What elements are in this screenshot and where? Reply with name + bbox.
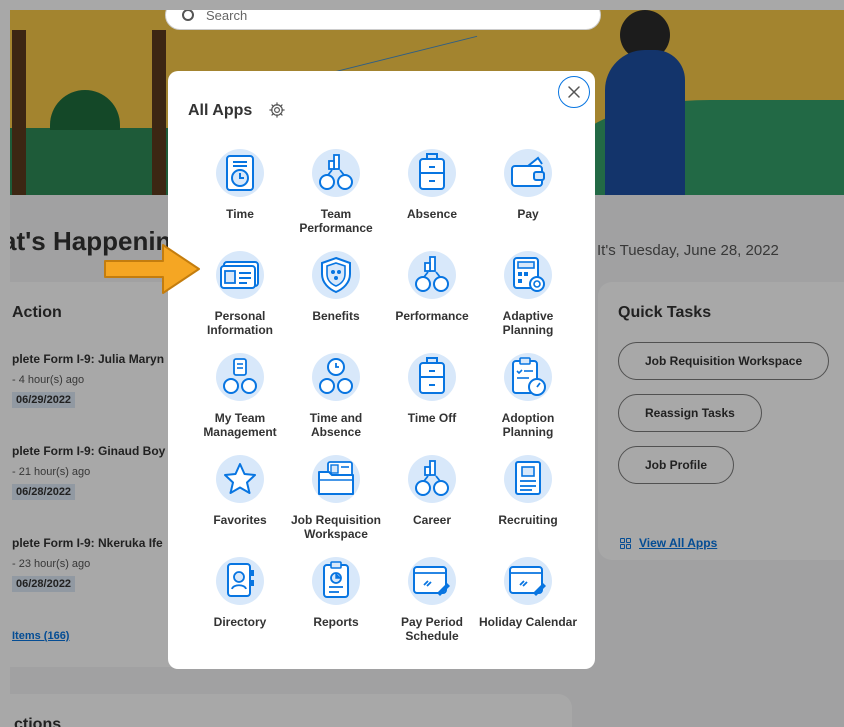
dialog-title: All Apps — [188, 102, 253, 119]
app-label: My Team Management — [203, 411, 277, 439]
app-job-requisition-workspace[interactable]: Job Requisition Workspace — [286, 455, 386, 541]
app-absence[interactable]: Absence — [382, 149, 482, 221]
app-directory[interactable]: Directory — [190, 557, 290, 629]
app-label: Benefits — [312, 309, 360, 323]
clock-doc-icon — [216, 149, 264, 197]
team-chart-icon — [312, 149, 360, 197]
gear-icon[interactable] — [268, 101, 286, 119]
app-label: Team Performance — [299, 207, 373, 235]
app-adoption-planning[interactable]: Adoption Planning — [478, 353, 578, 439]
app-label: Job Requisition Workspace — [291, 513, 381, 541]
team-chart-icon — [408, 251, 456, 299]
search-placeholder: Search — [206, 10, 248, 23]
team-list-icon — [216, 353, 264, 401]
app-time[interactable]: Time — [190, 149, 290, 221]
app-label: Time and Absence — [309, 411, 363, 439]
team-chart-icon — [408, 455, 456, 503]
app-holiday-calendar[interactable]: Holiday Calendar — [478, 557, 578, 629]
app-label: Pay — [517, 207, 539, 221]
app-label: Time — [226, 207, 254, 221]
app-label: Favorites — [213, 513, 267, 527]
suitcase-icon — [408, 149, 456, 197]
clipboard-gauge-icon — [504, 353, 552, 401]
app-label: Holiday Calendar — [478, 615, 578, 629]
app-label: Time Off — [407, 411, 457, 425]
suitcase-icon — [408, 353, 456, 401]
folder-icon — [312, 455, 360, 503]
shield-icon — [312, 251, 360, 299]
app-label: Absence — [406, 207, 458, 221]
close-button[interactable] — [558, 76, 590, 108]
app-label: Adaptive Planning — [502, 309, 554, 337]
all-apps-dialog: All Apps Time Team Performance Absence P… — [168, 71, 595, 669]
app-team-performance[interactable]: Team Performance — [286, 149, 386, 235]
search-icon — [182, 10, 194, 21]
app-time-off[interactable]: Time Off — [382, 353, 482, 425]
app-label: Career — [412, 513, 452, 527]
star-icon — [216, 455, 264, 503]
app-benefits[interactable]: Benefits — [286, 251, 386, 323]
app-label: Recruiting — [498, 513, 558, 527]
app-label: Directory — [213, 615, 267, 629]
calculator-icon — [504, 251, 552, 299]
app-favorites[interactable]: Favorites — [190, 455, 290, 527]
id-card-icon — [216, 251, 264, 299]
address-book-icon — [216, 557, 264, 605]
app-personal-information[interactable]: Personal Information — [190, 251, 290, 337]
resume-icon — [504, 455, 552, 503]
app-label: Performance — [395, 309, 469, 323]
search-input[interactable]: Search — [165, 10, 601, 30]
browser-link-icon — [408, 557, 456, 605]
app-performance[interactable]: Performance — [382, 251, 482, 323]
app-reports[interactable]: Reports — [286, 557, 386, 629]
app-label: Adoption Planning — [501, 411, 555, 439]
app-recruiting[interactable]: Recruiting — [478, 455, 578, 527]
app-my-team-management[interactable]: My Team Management — [190, 353, 290, 439]
close-icon — [568, 86, 580, 98]
app-career[interactable]: Career — [382, 455, 482, 527]
app-adaptive-planning[interactable]: Adaptive Planning — [478, 251, 578, 337]
app-label: Pay Period Schedule — [400, 615, 464, 643]
wallet-icon — [504, 149, 552, 197]
app-label: Reports — [313, 615, 359, 629]
app-time-and-absence[interactable]: Time and Absence — [286, 353, 386, 439]
team-clock-icon — [312, 353, 360, 401]
app-pay[interactable]: Pay — [478, 149, 578, 221]
report-icon — [312, 557, 360, 605]
app-label: Personal Information — [207, 309, 273, 337]
arrow-right-icon — [104, 244, 200, 294]
app-pay-period-schedule[interactable]: Pay Period Schedule — [382, 557, 482, 643]
browser-link-icon — [504, 557, 552, 605]
